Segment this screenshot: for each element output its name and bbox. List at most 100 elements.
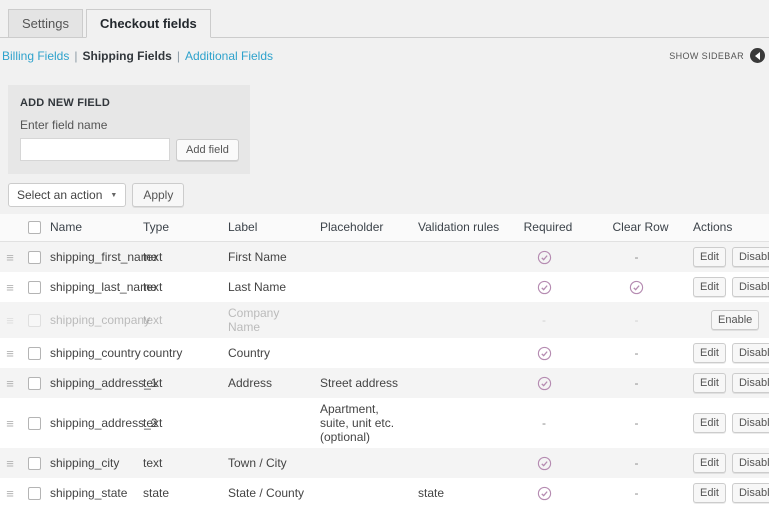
add-new-field-panel: ADD NEW FIELD Enter field name Add field [8,85,250,174]
row-actions: Edit Disable [693,483,769,503]
disable-button[interactable]: Disable [732,343,769,363]
edit-button[interactable]: Edit [693,277,726,297]
field-placeholder [320,489,418,497]
edit-button[interactable]: Edit [693,483,726,503]
edit-button[interactable]: Edit [693,413,726,433]
field-label: State / County [228,482,320,504]
required-indicator [508,371,588,394]
field-type: text [143,452,228,474]
tab-checkout-fields[interactable]: Checkout fields [86,9,211,38]
check-circle-icon [537,376,552,391]
select-all-checkbox[interactable] [28,221,41,234]
field-label: First Name [228,246,320,268]
edit-button[interactable]: Edit [693,247,726,267]
table-header: NameTypeLabelPlaceholderValidation rules… [0,214,769,242]
required-indicator [508,245,588,268]
field-validation-rules [418,316,508,324]
field-placeholder [320,253,418,261]
enable-button[interactable]: Enable [711,310,759,330]
drag-handle-icon[interactable]: ≡ [0,452,28,475]
tab-bar: SettingsCheckout fields [0,0,769,38]
field-label: Address [228,372,320,394]
required-indicator [508,341,588,364]
row-checkbox[interactable] [28,251,41,264]
dash-indicator: - [542,313,546,327]
dash-indicator: - [635,250,639,264]
edit-button[interactable]: Edit [693,343,726,363]
field-name: shipping_company [50,309,143,331]
row-actions: Edit Disable [693,343,769,363]
field-placeholder: Street address [320,372,418,394]
clear-row-indicator: - [588,372,693,394]
disable-button[interactable]: Disable [732,483,769,503]
row-actions: Edit Disable [693,373,769,393]
check-circle-icon [537,250,552,265]
disable-button[interactable]: Disable [732,373,769,393]
clear-row-indicator: - [588,412,693,434]
link-shipping-fields[interactable]: Shipping Fields [82,49,171,63]
clear-row-indicator: - [588,342,693,364]
drag-handle-icon[interactable]: ≡ [0,309,28,332]
add-field-button[interactable]: Add field [176,139,239,161]
row-checkbox[interactable] [28,417,41,430]
field-name: shipping_last_name [50,276,143,298]
field-type: text [143,412,228,434]
column-header-required: Required [508,220,588,234]
field-type: text [143,246,228,268]
disable-button[interactable]: Disable [732,277,769,297]
table-row: ≡shipping_countrycountryCountry-EditDisa… [0,338,769,368]
column-header-actions: Actions [693,220,769,234]
dash-indicator: - [542,416,546,430]
clear-row-indicator: - [588,309,693,331]
row-checkbox[interactable] [28,314,41,327]
show-sidebar-label: SHOW SIDEBAR [669,51,744,61]
disable-button[interactable]: Disable [732,413,769,433]
edit-button[interactable]: Edit [693,373,726,393]
disable-button[interactable]: Disable [732,247,769,267]
drag-handle-icon[interactable]: ≡ [0,372,28,395]
field-validation-rules [418,459,508,467]
tab-settings[interactable]: Settings [8,9,83,38]
left-arrow-circle-icon[interactable] [750,48,765,63]
drag-handle-icon[interactable]: ≡ [0,412,28,435]
field-name-input[interactable] [20,138,170,161]
row-actions: Enable [693,310,769,330]
drag-handle-icon[interactable]: ≡ [0,276,28,299]
field-type: state [143,482,228,504]
show-sidebar-toggle[interactable]: SHOW SIDEBAR [669,48,765,63]
field-type: text [143,309,228,331]
row-checkbox[interactable] [28,487,41,500]
field-name-label: Enter field name [20,118,238,132]
left-arrow-icon [751,52,760,60]
drag-handle-icon[interactable]: ≡ [0,342,28,365]
edit-button[interactable]: Edit [693,453,726,473]
required-indicator: - [508,412,588,434]
clear-row-indicator [588,275,693,298]
disable-button[interactable]: Disable [732,453,769,473]
field-placeholder [320,283,418,291]
required-indicator [508,481,588,504]
link-billing-fields[interactable]: Billing Fields [2,49,69,63]
field-name: shipping_city [50,452,143,474]
row-actions: Edit Disable [693,277,769,297]
row-checkbox[interactable] [28,377,41,390]
row-checkbox[interactable] [28,347,41,360]
clear-row-indicator: - [588,482,693,504]
field-placeholder [320,316,418,324]
required-indicator [508,275,588,298]
table-row: ≡shipping_statestateState / Countystate-… [0,478,769,508]
drag-handle-icon[interactable]: ≡ [0,482,28,505]
row-checkbox[interactable] [28,281,41,294]
field-type: text [143,276,228,298]
drag-handle-icon[interactable]: ≡ [0,246,28,269]
column-header-name: Name [50,220,143,234]
field-placeholder: Apartment, suite, unit etc. (optional) [320,398,418,448]
field-name: shipping_country [50,342,143,364]
table-row: ≡shipping_last_nametextLast NameEditDisa… [0,272,769,302]
link-additional-fields[interactable]: Additional Fields [185,49,273,63]
bulk-action-select[interactable]: Select an action ▼ [8,183,126,207]
apply-button[interactable]: Apply [132,183,184,207]
row-checkbox[interactable] [28,457,41,470]
table-row: ≡shipping_citytextTown / City-EditDisabl… [0,448,769,478]
field-validation-rules [418,419,508,427]
